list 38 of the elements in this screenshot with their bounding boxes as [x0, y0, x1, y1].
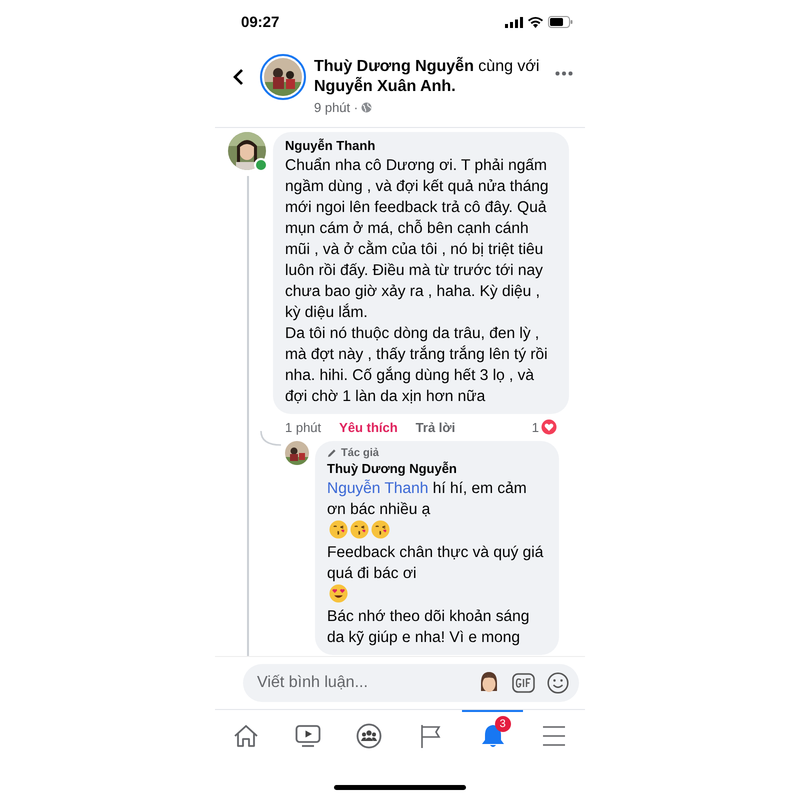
mention-link[interactable]: Nguyễn Thanh — [327, 480, 428, 497]
pencil-icon — [327, 448, 337, 458]
kiss-emoji-icon — [329, 520, 348, 539]
kiss-emoji-icon — [371, 520, 390, 539]
bell-tab[interactable]: 3 — [462, 710, 524, 760]
reply-text: Feedback chân thực và quý giá quá đi bác ơi — [327, 543, 544, 584]
author-label: Tác giả — [341, 447, 379, 459]
smiley-icon[interactable] — [547, 672, 569, 694]
comment-field[interactable]: Viết bình luận... — [243, 664, 579, 702]
reply-author: Thuỳ Dương Nguyễn — [327, 461, 458, 476]
home-icon — [232, 724, 259, 748]
reply-link[interactable]: Trả lời — [416, 420, 456, 434]
wifi-icon — [528, 16, 543, 28]
notification-badge: 3 — [494, 716, 511, 732]
kiss-emoji-icon — [350, 520, 369, 539]
reply-connector — [260, 431, 282, 447]
menu-icon — [541, 725, 568, 747]
post-title: Thuỳ Dương Nguyễn cùng với Nguyễn Xuân Anh. — [314, 57, 540, 97]
globe-icon — [361, 102, 372, 113]
back-icon[interactable] — [232, 68, 244, 86]
reply-text: Nguyễn Thanh hí hí, em cảm ơn bác nhiều ạ — [327, 478, 528, 520]
avatar-sticker-icon[interactable] — [478, 671, 500, 695]
like-link[interactable]: Yêu thích — [339, 420, 398, 434]
clock-time: 09:27 — [241, 14, 280, 30]
reaction-count: 1 — [532, 420, 539, 434]
groups-icon — [356, 723, 382, 749]
reply-text: Bác nhớ theo dõi khoản sáng da kỹ giúp e nha! Vì e mong — [327, 607, 530, 648]
gif-icon[interactable] — [512, 673, 535, 693]
heart-eyes-emoji-icon — [329, 584, 348, 603]
more-icon[interactable] — [555, 71, 573, 76]
battery-icon — [548, 16, 573, 28]
video-icon — [294, 724, 320, 748]
signal-icon — [505, 16, 523, 28]
comment-text: Da tôi nó thuộc dòng da trâu, đen lỳ , mà đợt này , thấy trắng trắng lên tý rồi nha. hihi. Cố gắng dùng hết 3 lọ , và đợi chờ 1 làn da xịn hơn nữa — [285, 324, 549, 407]
comment-author: Nguyễn Thanh — [285, 138, 376, 153]
comment-time: 1 phút — [285, 420, 322, 434]
comment-text: Chuẩn nha cô Dương ơi. T phải ngấm ngầm dùng , và đợi kết quả nửa tháng mới ngoi lên feedback trả cô đây. Quả mụn cám ở má, chỗ bên cạnh cánh mũi , và ở cằm của tôi , nó bị triệt tiêu luôn rồi đấy. Điều mà từ trước tới nay chưa bao giờ xảy ra , haha. Kỳ diệu , kỳ diệu lắm. — [285, 156, 550, 323]
post-time: 9 phút · — [314, 100, 358, 115]
